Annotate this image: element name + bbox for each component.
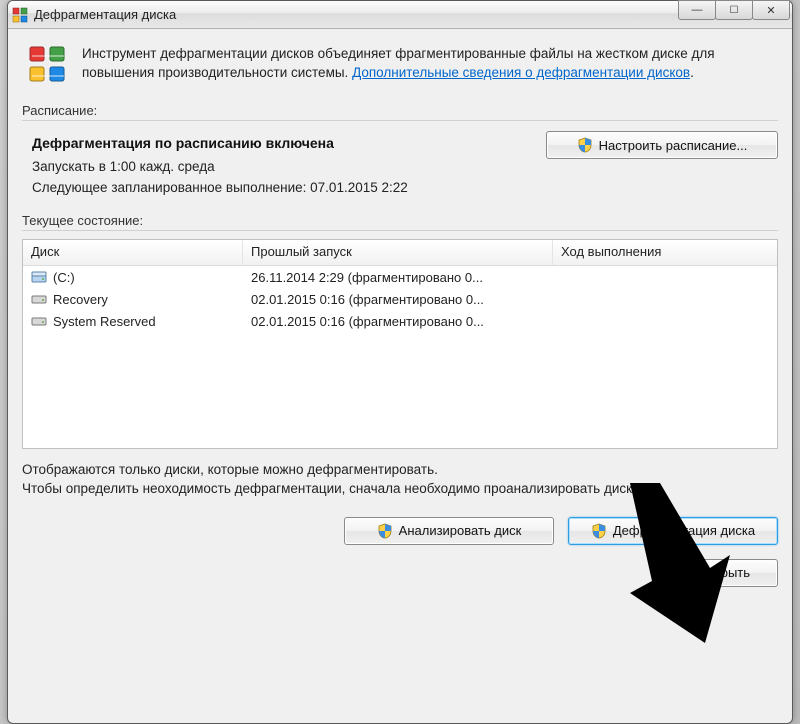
schedule-next-run: Следующее запланированное выполнение: 07… bbox=[32, 180, 778, 195]
shield-icon bbox=[577, 137, 593, 153]
info-line-2: Чтобы определить неоходимость дефрагмент… bbox=[22, 481, 643, 496]
col-header-disk[interactable]: Диск bbox=[23, 240, 243, 265]
table-row[interactable]: System Reserved 02.01.2015 0:16 (фрагмен… bbox=[23, 310, 777, 332]
analyze-disk-label: Анализировать диск bbox=[399, 523, 522, 538]
titlebar[interactable]: Дефрагментация диска bbox=[8, 1, 792, 29]
disk-name: System Reserved bbox=[53, 314, 156, 329]
defrag-large-icon bbox=[28, 45, 68, 85]
hdd-icon bbox=[31, 313, 47, 329]
disk-last-run: 26.11.2014 2:29 (фрагментировано 0... bbox=[243, 270, 553, 285]
drive-icon bbox=[31, 269, 47, 285]
header-row: Инструмент дефрагментации дисков объедин… bbox=[28, 45, 772, 85]
minimize-button[interactable] bbox=[678, 0, 716, 20]
schedule-run-at: Запускать в 1:00 кажд. среда bbox=[32, 159, 778, 174]
window-title: Дефрагментация диска bbox=[34, 7, 176, 22]
shield-icon bbox=[377, 523, 393, 539]
shield-icon bbox=[591, 523, 607, 539]
close-button-label: Закрыть bbox=[700, 565, 750, 580]
current-section-label: Текущее состояние: bbox=[22, 213, 778, 228]
schedule-section-label: Расписание: bbox=[22, 103, 778, 118]
defrag-window: Дефрагментация диска Инструмент дефрагме… bbox=[7, 0, 793, 724]
help-link-suffix: . bbox=[690, 65, 694, 80]
disk-name: Recovery bbox=[53, 292, 108, 307]
configure-schedule-label: Настроить расписание... bbox=[599, 138, 748, 153]
window-close-button[interactable] bbox=[752, 0, 790, 20]
defragment-disk-button[interactable]: Дефрагментация диска bbox=[568, 517, 778, 545]
maximize-button[interactable] bbox=[715, 0, 753, 20]
disk-table-header[interactable]: Диск Прошлый запуск Ход выполнения bbox=[23, 240, 777, 266]
current-rule bbox=[22, 230, 778, 231]
disk-last-run: 02.01.2015 0:16 (фрагментировано 0... bbox=[243, 292, 553, 307]
analyze-disk-button[interactable]: Анализировать диск bbox=[344, 517, 554, 545]
help-link[interactable]: Дополнительные сведения о дефрагментации… bbox=[352, 65, 690, 80]
info-line-1: Отображаются только диски, которые можно… bbox=[22, 462, 438, 477]
defragment-disk-label: Дефрагментация диска bbox=[613, 523, 755, 538]
action-row: Анализировать диск Дефрагментация диска bbox=[22, 517, 778, 545]
col-header-progress[interactable]: Ход выполнения bbox=[553, 240, 777, 265]
close-row: Закрыть bbox=[22, 559, 778, 587]
disk-name: (C:) bbox=[53, 270, 75, 285]
schedule-rule bbox=[22, 120, 778, 121]
window-controls bbox=[679, 0, 790, 20]
schedule-block: Дефрагментация по расписанию включена За… bbox=[22, 129, 778, 209]
col-header-last-run[interactable]: Прошлый запуск bbox=[243, 240, 553, 265]
header-text: Инструмент дефрагментации дисков объедин… bbox=[82, 45, 772, 83]
client-area: Инструмент дефрагментации дисков объедин… bbox=[8, 29, 792, 601]
disk-table: Диск Прошлый запуск Ход выполнения (C:) … bbox=[22, 239, 778, 449]
configure-schedule-button[interactable]: Настроить расписание... bbox=[546, 131, 778, 159]
disk-last-run: 02.01.2015 0:16 (фрагментировано 0... bbox=[243, 314, 553, 329]
hdd-icon bbox=[31, 291, 47, 307]
info-text: Отображаются только диски, которые можно… bbox=[22, 461, 778, 499]
table-row[interactable]: (C:) 26.11.2014 2:29 (фрагментировано 0.… bbox=[23, 266, 777, 288]
table-row[interactable]: Recovery 02.01.2015 0:16 (фрагментирован… bbox=[23, 288, 777, 310]
close-button[interactable]: Закрыть bbox=[672, 559, 778, 587]
defrag-app-icon bbox=[12, 7, 28, 23]
